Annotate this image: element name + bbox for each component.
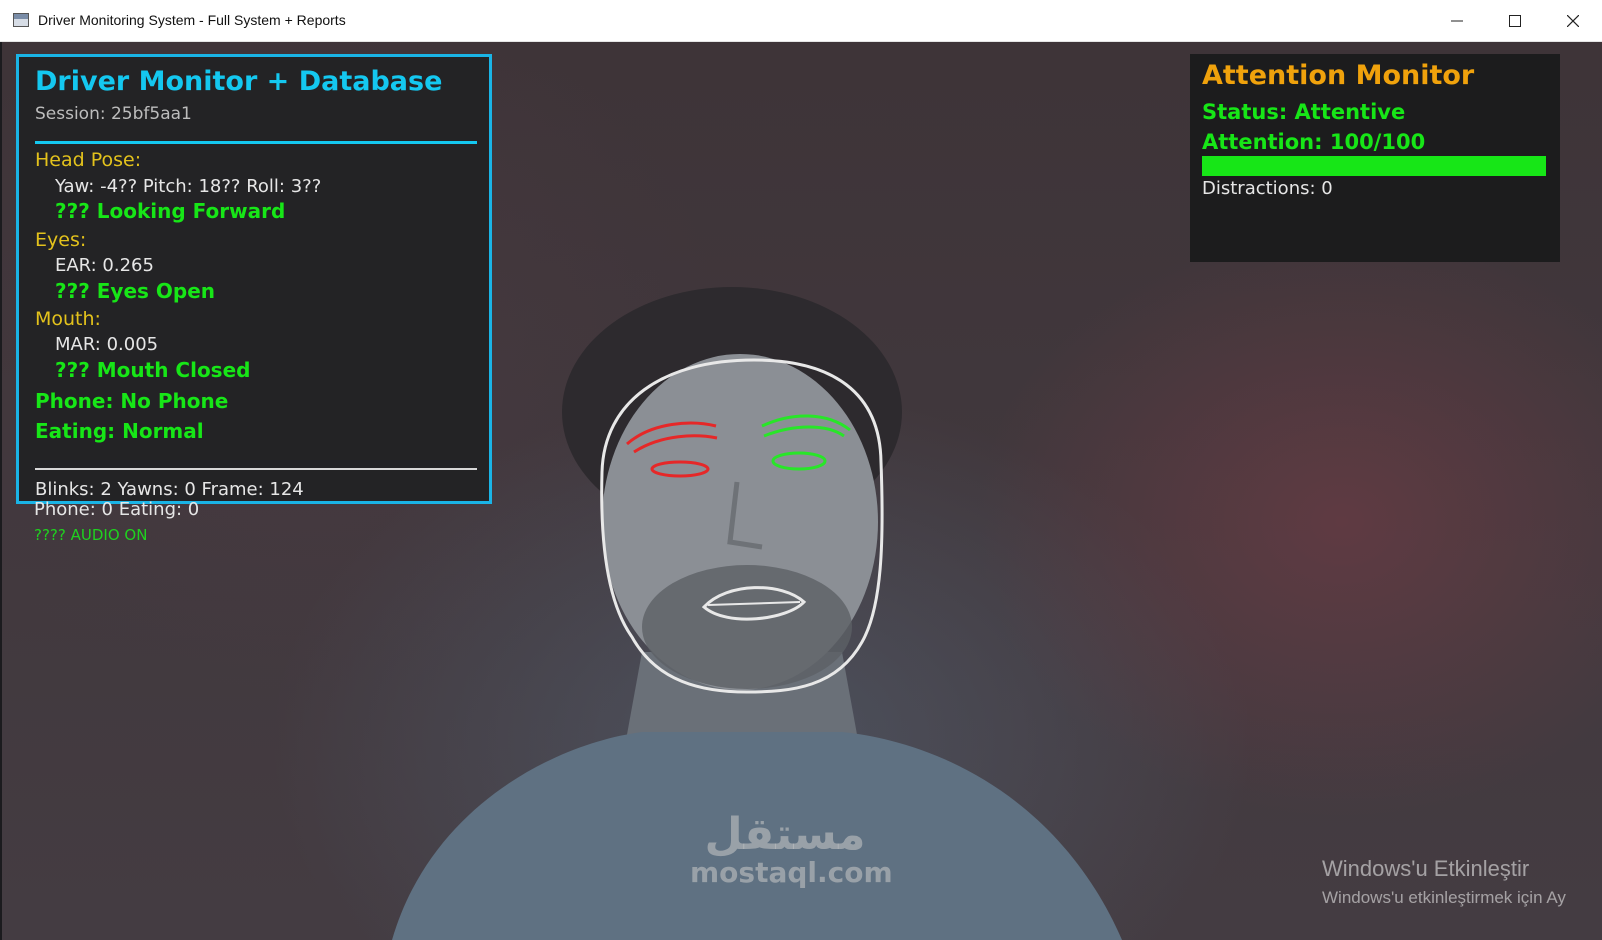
attention-title: Attention Monitor bbox=[1202, 60, 1475, 91]
session-id: Session: 25bf5aa1 bbox=[35, 104, 192, 124]
counts-line: Blinks: 2 Yawns: 0 Frame: 124 bbox=[35, 479, 304, 500]
attention-bar bbox=[1202, 156, 1546, 176]
ear-value: EAR: 0.265 bbox=[55, 255, 154, 276]
title-bar[interactable]: Driver Monitoring System - Full System +… bbox=[0, 0, 1602, 42]
mouth-label: Mouth: bbox=[35, 308, 101, 330]
activation-line-2: Windows'u etkinleştirmek için Ay bbox=[1322, 888, 1566, 907]
close-button[interactable] bbox=[1544, 0, 1602, 42]
attention-monitor-panel: Attention Monitor Status: Attentive Atte… bbox=[1190, 54, 1560, 262]
maximize-button[interactable] bbox=[1486, 0, 1544, 42]
title-divider bbox=[35, 141, 477, 144]
head-pose-values: Yaw: -4?? Pitch: 18?? Roll: 3?? bbox=[55, 176, 322, 197]
stats-divider bbox=[35, 468, 477, 470]
maximize-icon bbox=[1509, 15, 1521, 27]
app-icon bbox=[13, 13, 29, 27]
driver-monitor-panel: Driver Monitor + Database Session: 25bf5… bbox=[16, 54, 492, 504]
distractions-count: Distractions: 0 bbox=[1202, 178, 1333, 199]
window-title: Driver Monitoring System - Full System +… bbox=[38, 12, 346, 28]
phone-status: Phone: No Phone bbox=[35, 389, 229, 413]
minimize-icon bbox=[1451, 20, 1463, 22]
app-window: Driver Monitoring System - Full System +… bbox=[0, 0, 1602, 940]
eating-status: Eating: Normal bbox=[35, 419, 204, 443]
eyes-status: ??? Eyes Open bbox=[55, 279, 216, 303]
close-icon bbox=[1567, 15, 1579, 27]
minimize-button[interactable] bbox=[1428, 0, 1486, 42]
counts-line-2: Phone: 0 Eating: 0 bbox=[34, 499, 200, 520]
eyes-label: Eyes: bbox=[35, 229, 87, 251]
head-pose-status: ??? Looking Forward bbox=[55, 199, 286, 223]
audio-status: ???? AUDIO ON bbox=[34, 526, 148, 544]
windows-activation-notice: Windows'u Etkinleştir Windows'u etkinleş… bbox=[1322, 856, 1566, 908]
activation-line-1: Windows'u Etkinleştir bbox=[1322, 856, 1530, 881]
panel-title: Driver Monitor + Database bbox=[35, 66, 443, 97]
attention-status: Status: Attentive bbox=[1202, 100, 1406, 124]
attention-score: Attention: 100/100 bbox=[1202, 130, 1426, 154]
head-pose-label: Head Pose: bbox=[35, 149, 142, 171]
watermark-arabic: مستقل bbox=[704, 809, 866, 860]
beard-shadow bbox=[642, 565, 852, 689]
mostaql-watermark: مستقل mostaql.com bbox=[690, 809, 893, 889]
mouth-status: ??? Mouth Closed bbox=[55, 358, 251, 382]
attention-bar-fill bbox=[1202, 156, 1546, 176]
watermark-latin: mostaql.com bbox=[690, 856, 893, 889]
mar-value: MAR: 0.005 bbox=[55, 334, 159, 355]
